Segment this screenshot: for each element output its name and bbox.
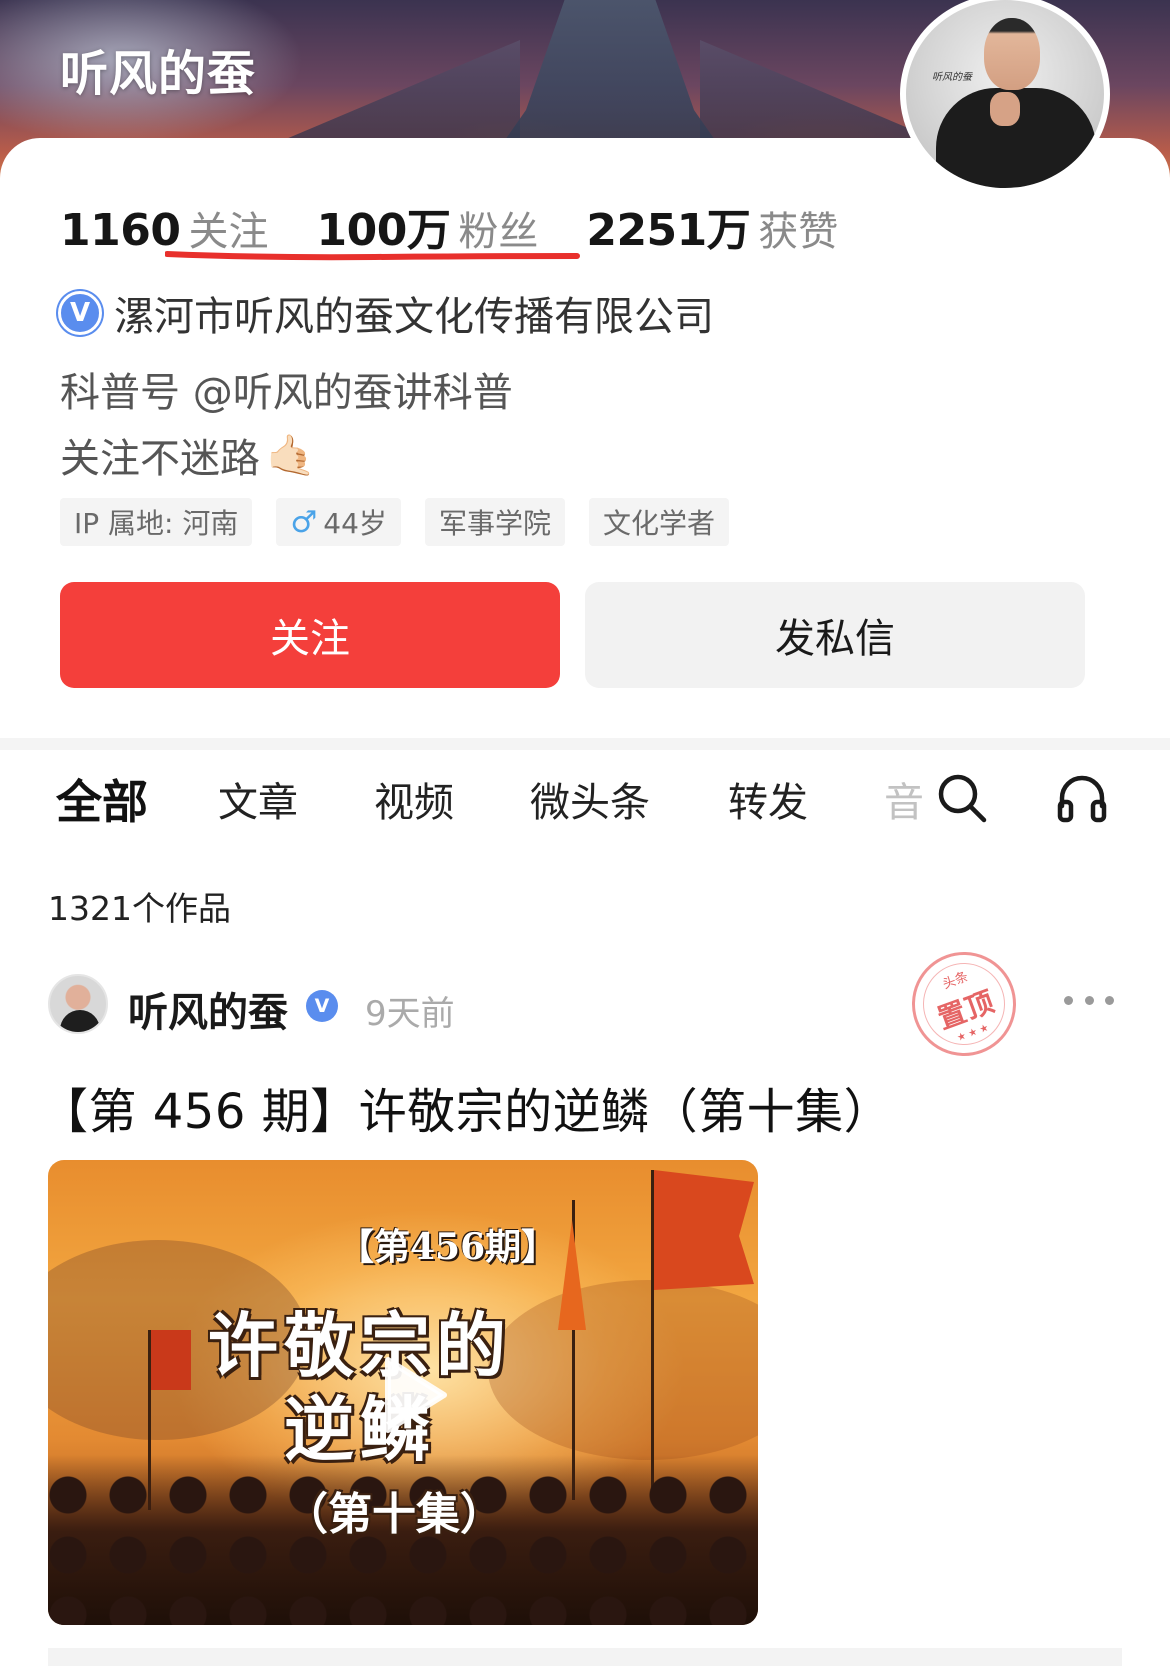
- profile-card: 1160 关注 100万 粉丝 2251万 获赞 V 漯河市听风的蚕文化传播有限…: [0, 138, 1170, 738]
- profile-avatar[interactable]: 听风的蚕: [900, 0, 1110, 194]
- more-dot: [1105, 995, 1114, 1005]
- tag-age-text: 44岁: [323, 507, 387, 540]
- stat-likes-label: 获赞: [758, 209, 839, 255]
- thumbnail-red-flag: [151, 1330, 191, 1390]
- handdrawn-red-underline: [165, 251, 580, 261]
- tag-age: ♂ 44岁: [276, 498, 401, 546]
- tab-articles[interactable]: 文章: [218, 770, 298, 828]
- avatar-head-shape: [984, 18, 1040, 90]
- pinned-stamp-ring: [911, 951, 1017, 1057]
- banner-jet-wing-left: [260, 40, 520, 150]
- post-author-avatar[interactable]: [48, 974, 108, 1034]
- stat-likes-count: 2251万: [586, 205, 751, 256]
- post-title[interactable]: 【第 456 期】许敬宗的逆鳞（第十集）: [40, 1072, 892, 1142]
- avatar-hand-shape: [990, 92, 1020, 126]
- section-divider: [0, 738, 1170, 750]
- video-thumbnail[interactable]: 【第456期】 许敬宗的 逆鳞 （第十集）: [48, 1160, 758, 1625]
- thumbnail-flag-pole: [651, 1170, 654, 1500]
- profile-stats: 1160 关注 100万 粉丝 2251万 获赞: [60, 194, 886, 256]
- content-tabs: 全部 文章 视频 微头条 转发 音: [0, 770, 1170, 830]
- next-item-edge: [48, 1648, 1122, 1666]
- tab-videos[interactable]: 视频: [374, 770, 454, 828]
- tag-ip-location-text: IP 属地: 河南: [74, 507, 239, 540]
- profile-tags: IP 属地: 河南 ♂ 44岁 军事学院 文化学者: [60, 498, 753, 546]
- call-me-hand-emoji-icon: 🤙🏻: [266, 432, 316, 479]
- verified-company: V 漯河市听风的蚕文化传播有限公司: [58, 284, 714, 342]
- stat-likes[interactable]: 2251万 获赞: [586, 194, 838, 258]
- male-gender-icon: ♂: [290, 504, 318, 540]
- stat-following-count: 1160: [60, 205, 181, 256]
- profile-name-header: 听风的蚕: [60, 46, 257, 102]
- tab-reposts[interactable]: 转发: [728, 770, 808, 828]
- verified-badge-icon: V: [58, 291, 102, 335]
- thumbnail-pennant: [558, 1220, 586, 1330]
- tab-micro-posts[interactable]: 微头条: [530, 770, 650, 828]
- more-options-icon[interactable]: [1064, 990, 1114, 1010]
- follow-button[interactable]: 关注: [60, 582, 560, 688]
- tag-title-text: 文化学者: [602, 507, 715, 540]
- tag-title: 文化学者: [588, 498, 729, 546]
- pinned-stamp-icon: 头条 置顶 ★★★: [897, 937, 1031, 1071]
- avatar-signature: 听风的蚕: [932, 72, 972, 83]
- bio-line-2: 关注不迷路 🤙🏻: [60, 426, 316, 484]
- bio-line-1: 科普号 @听风的蚕讲科普: [60, 370, 513, 416]
- works-count: 1321个作品: [48, 889, 231, 928]
- company-name: 漯河市听风的蚕文化传播有限公司: [114, 294, 714, 340]
- tag-school: 军事学院: [424, 498, 565, 546]
- tag-school-text: 军事学院: [438, 507, 551, 540]
- search-icon[interactable]: [934, 770, 990, 826]
- tab-all[interactable]: 全部: [56, 766, 148, 832]
- thumbnail-title-line3: （第十集）: [284, 1489, 504, 1540]
- thumbnail-episode-text: 【第456期】: [338, 1226, 558, 1268]
- post-timestamp: 9天前: [365, 994, 455, 1034]
- thumbnail-smoke: [488, 1280, 758, 1460]
- tab-audio[interactable]: 音: [884, 770, 924, 828]
- thumbnail-red-flag: [654, 1170, 754, 1290]
- post-author-name[interactable]: 听风的蚕: [128, 980, 288, 1038]
- more-dot: [1084, 995, 1094, 1005]
- post-verified-badge-icon: V: [306, 990, 338, 1022]
- headphones-icon[interactable]: [1054, 770, 1110, 826]
- bio-line-2-text: 关注不迷路: [60, 436, 260, 482]
- more-dot: [1064, 995, 1073, 1005]
- send-message-button[interactable]: 发私信: [585, 582, 1085, 688]
- play-icon[interactable]: [366, 1350, 456, 1440]
- tag-ip-location: IP 属地: 河南: [60, 498, 253, 546]
